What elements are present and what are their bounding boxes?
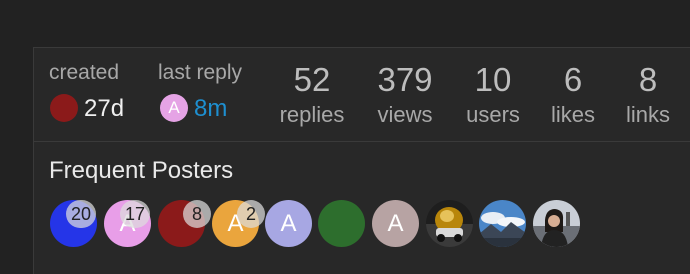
poster-avatar-photo[interactable] <box>426 200 473 247</box>
poster-avatar[interactable] <box>318 200 365 247</box>
mountain-landscape-photo-icon <box>479 200 526 247</box>
poster-avatar-photo[interactable] <box>533 200 580 247</box>
last-reply-label: last reply <box>158 61 243 84</box>
last-reply-age-link[interactable]: 8m <box>194 95 227 123</box>
users-count: 10 <box>474 61 512 98</box>
poster-avatar[interactable]: A <box>372 200 419 247</box>
post-count-badge: 8 <box>183 200 211 228</box>
frequent-posters-title: Frequent Posters <box>49 157 234 184</box>
poster-avatar-photo[interactable] <box>479 200 526 247</box>
created-label: created <box>49 61 120 84</box>
replies-label: replies <box>279 102 345 127</box>
post-count-badge: 2 <box>237 200 265 228</box>
topic-map: created 27d last reply A 8m 52 replies 3… <box>0 0 690 274</box>
person-portrait-photo-icon <box>533 200 580 247</box>
views-count: 379 <box>377 61 433 98</box>
links-count: 8 <box>638 61 658 98</box>
replies-count: 52 <box>293 61 331 98</box>
post-count-badge: 20 <box>66 200 97 228</box>
poster-avatar[interactable]: A <box>265 200 312 247</box>
users-label: users <box>466 102 520 127</box>
created-age: 27d <box>84 95 125 122</box>
last-reply-avatar[interactable]: A <box>160 94 188 122</box>
views-label: views <box>377 102 433 127</box>
links-label: links <box>625 102 670 127</box>
divider <box>34 141 690 142</box>
created-avatar[interactable] <box>50 94 78 122</box>
post-count-badge: 17 <box>120 200 151 228</box>
golden-car-photo-icon <box>426 200 473 247</box>
